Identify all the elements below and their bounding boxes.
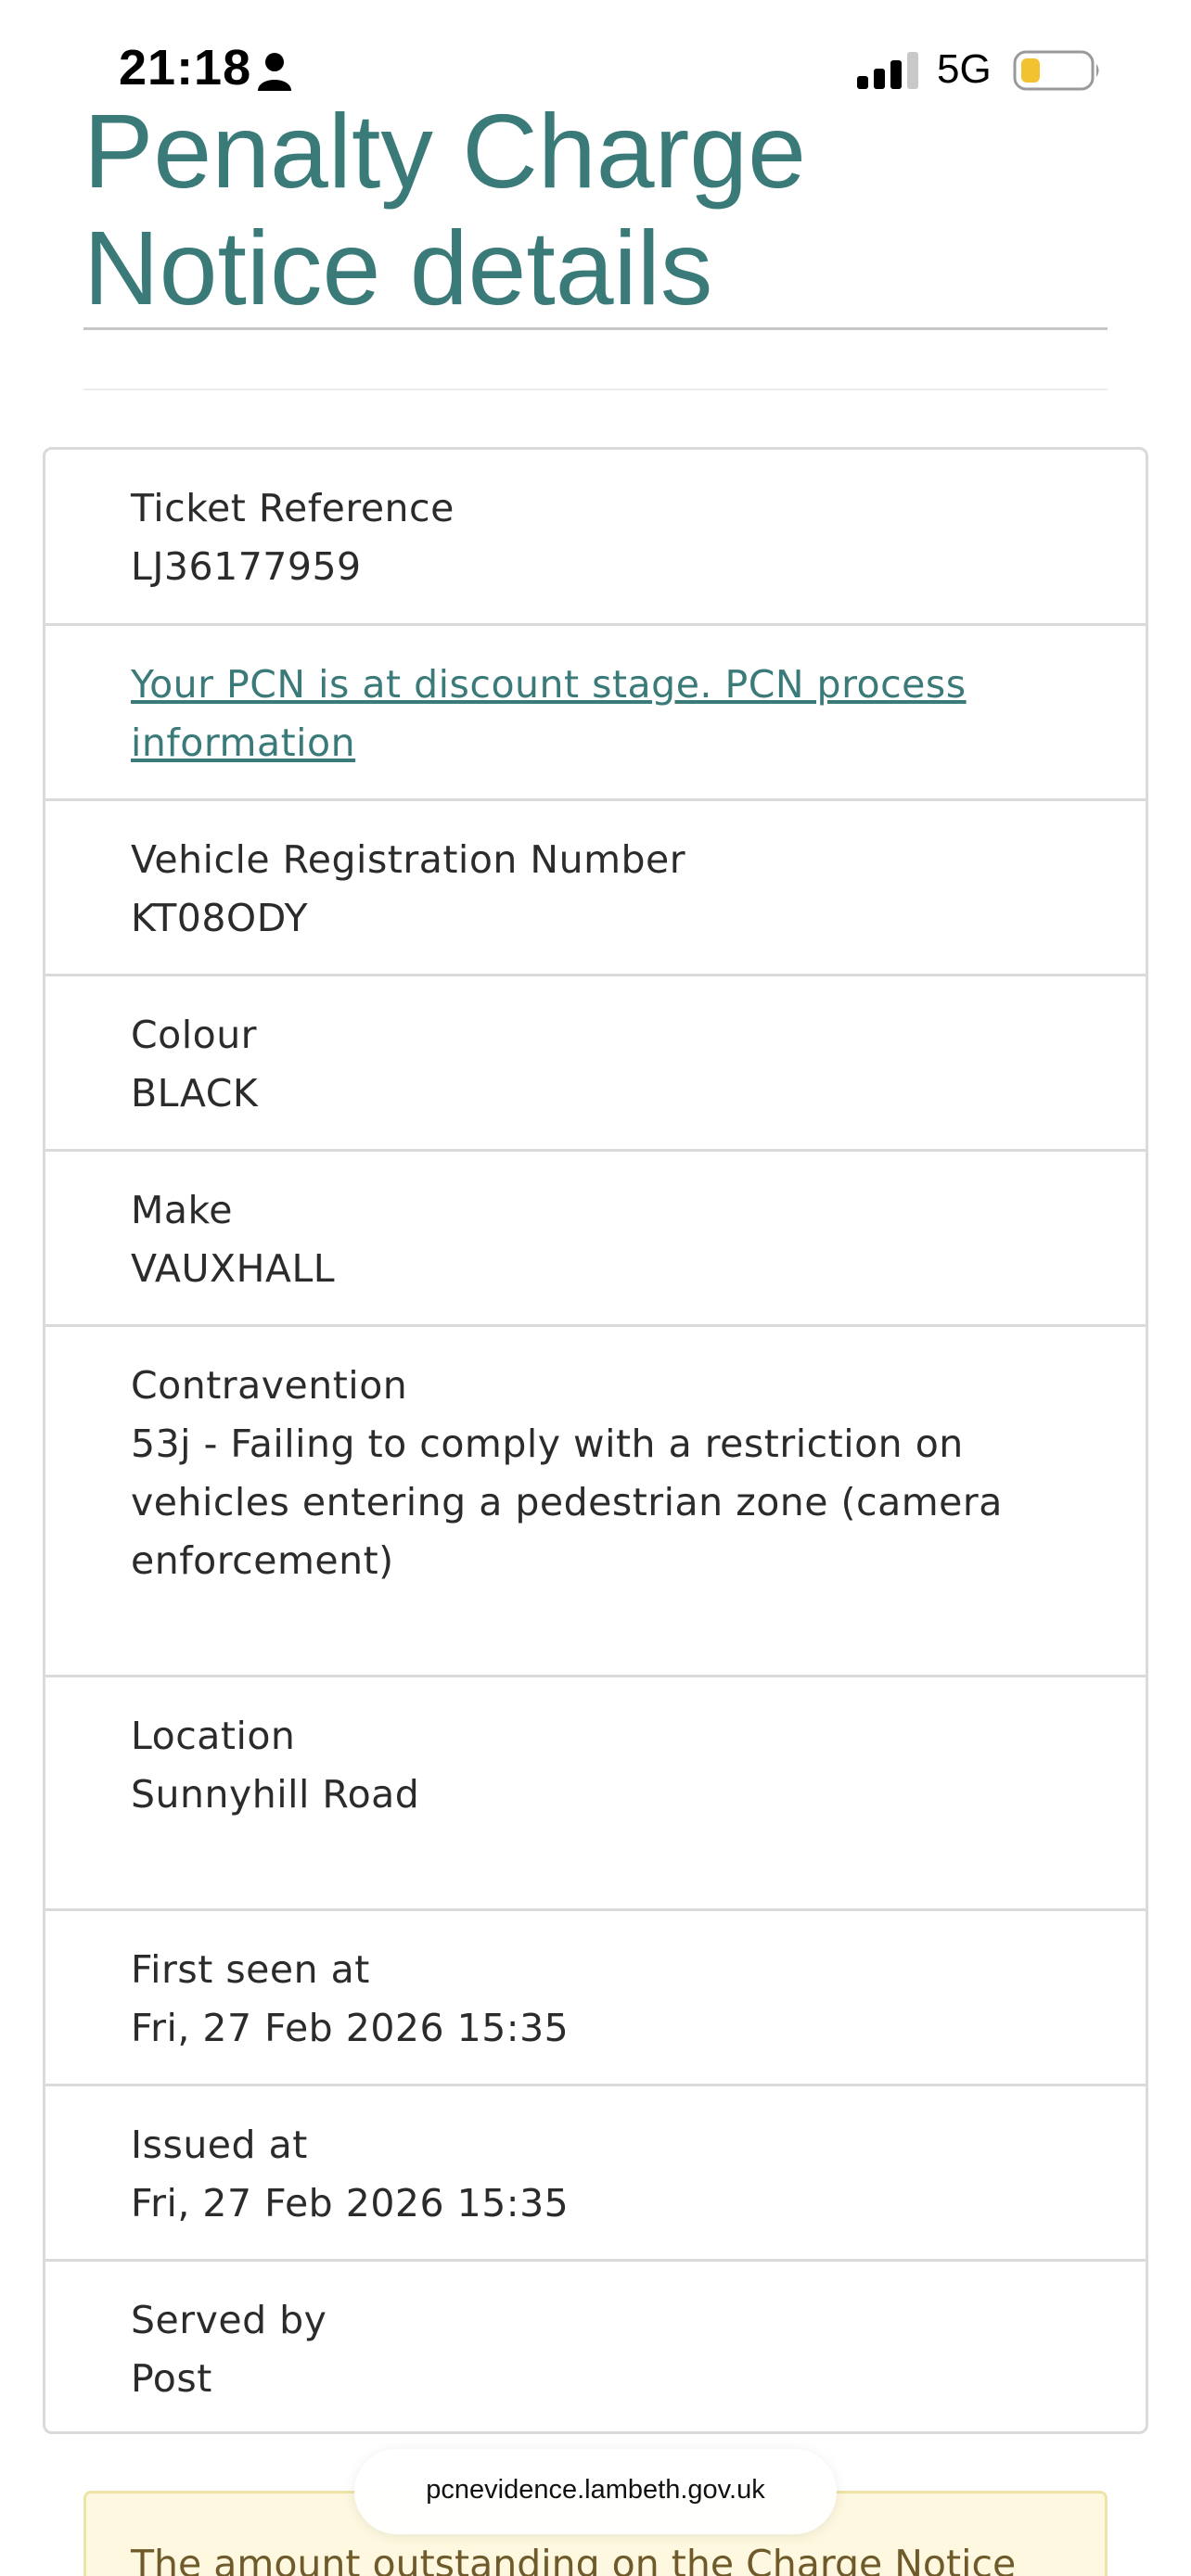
network-type: 5G bbox=[937, 46, 992, 92]
detail-label: Make bbox=[131, 1188, 234, 1232]
title-divider bbox=[83, 327, 1108, 330]
detail-label: Vehicle Registration Number bbox=[131, 837, 686, 882]
detail-label: Issued at bbox=[131, 2123, 308, 2167]
detail-row-served-by: Served by Post bbox=[45, 2262, 1146, 2431]
detail-label: Colour bbox=[131, 1013, 258, 1057]
notice-text: The amount outstanding on the Charge Not… bbox=[131, 2542, 1017, 2576]
url-text: pcnevidence.lambeth.gov.uk bbox=[426, 2475, 765, 2505]
detail-row-first-seen: First seen at Fri, 27 Feb 2026 15:35 bbox=[45, 1911, 1146, 2086]
detail-value: KT08ODY bbox=[131, 896, 309, 940]
detail-row-vrn: Vehicle Registration Number KT08ODY bbox=[45, 801, 1146, 976]
signal-icon bbox=[857, 52, 918, 89]
detail-value: LJ36177959 bbox=[131, 544, 362, 589]
section-divider bbox=[83, 389, 1108, 390]
detail-row-ticket-reference: Ticket Reference LJ36177959 bbox=[45, 450, 1146, 626]
detail-label: Location bbox=[131, 1714, 296, 1758]
person-icon bbox=[258, 53, 291, 91]
detail-row-location: Location Sunnyhill Road bbox=[45, 1677, 1146, 1911]
detail-value: Fri, 27 Feb 2026 15:35 bbox=[131, 2006, 570, 2050]
detail-value: BLACK bbox=[131, 1071, 259, 1116]
detail-label: First seen at bbox=[131, 1947, 370, 1992]
detail-row-contravention: Contravention 53j - Failing to comply wi… bbox=[45, 1327, 1146, 1677]
detail-row-make: Make VAUXHALL bbox=[45, 1152, 1146, 1327]
detail-label: Ticket Reference bbox=[131, 486, 455, 530]
pcn-process-info-link[interactable]: Your PCN is at discount stage. PCN proce… bbox=[131, 656, 1068, 772]
detail-label: Contravention bbox=[131, 1363, 408, 1408]
detail-value: Fri, 27 Feb 2026 15:35 bbox=[131, 2181, 570, 2225]
status-time: 21:18 bbox=[119, 40, 252, 96]
address-bar[interactable]: pcnevidence.lambeth.gov.uk bbox=[354, 2449, 837, 2534]
detail-value: 53j - Failing to comply with a restricti… bbox=[131, 1422, 1003, 1583]
detail-row-issued: Issued at Fri, 27 Feb 2026 15:35 bbox=[45, 2086, 1146, 2262]
detail-value: Sunnyhill Road bbox=[131, 1772, 420, 1817]
detail-value: VAUXHALL bbox=[131, 1246, 336, 1291]
detail-value: Post bbox=[131, 2356, 212, 2401]
detail-row-discount-info: Your PCN is at discount stage. PCN proce… bbox=[45, 626, 1146, 801]
detail-label: Served by bbox=[131, 2298, 327, 2342]
page-title: Penalty Charge Notice details bbox=[83, 93, 806, 326]
pcn-details-card: Ticket Reference LJ36177959 Your PCN is … bbox=[43, 447, 1148, 2434]
detail-row-colour: Colour BLACK bbox=[45, 976, 1146, 1152]
battery-icon bbox=[1013, 50, 1099, 91]
